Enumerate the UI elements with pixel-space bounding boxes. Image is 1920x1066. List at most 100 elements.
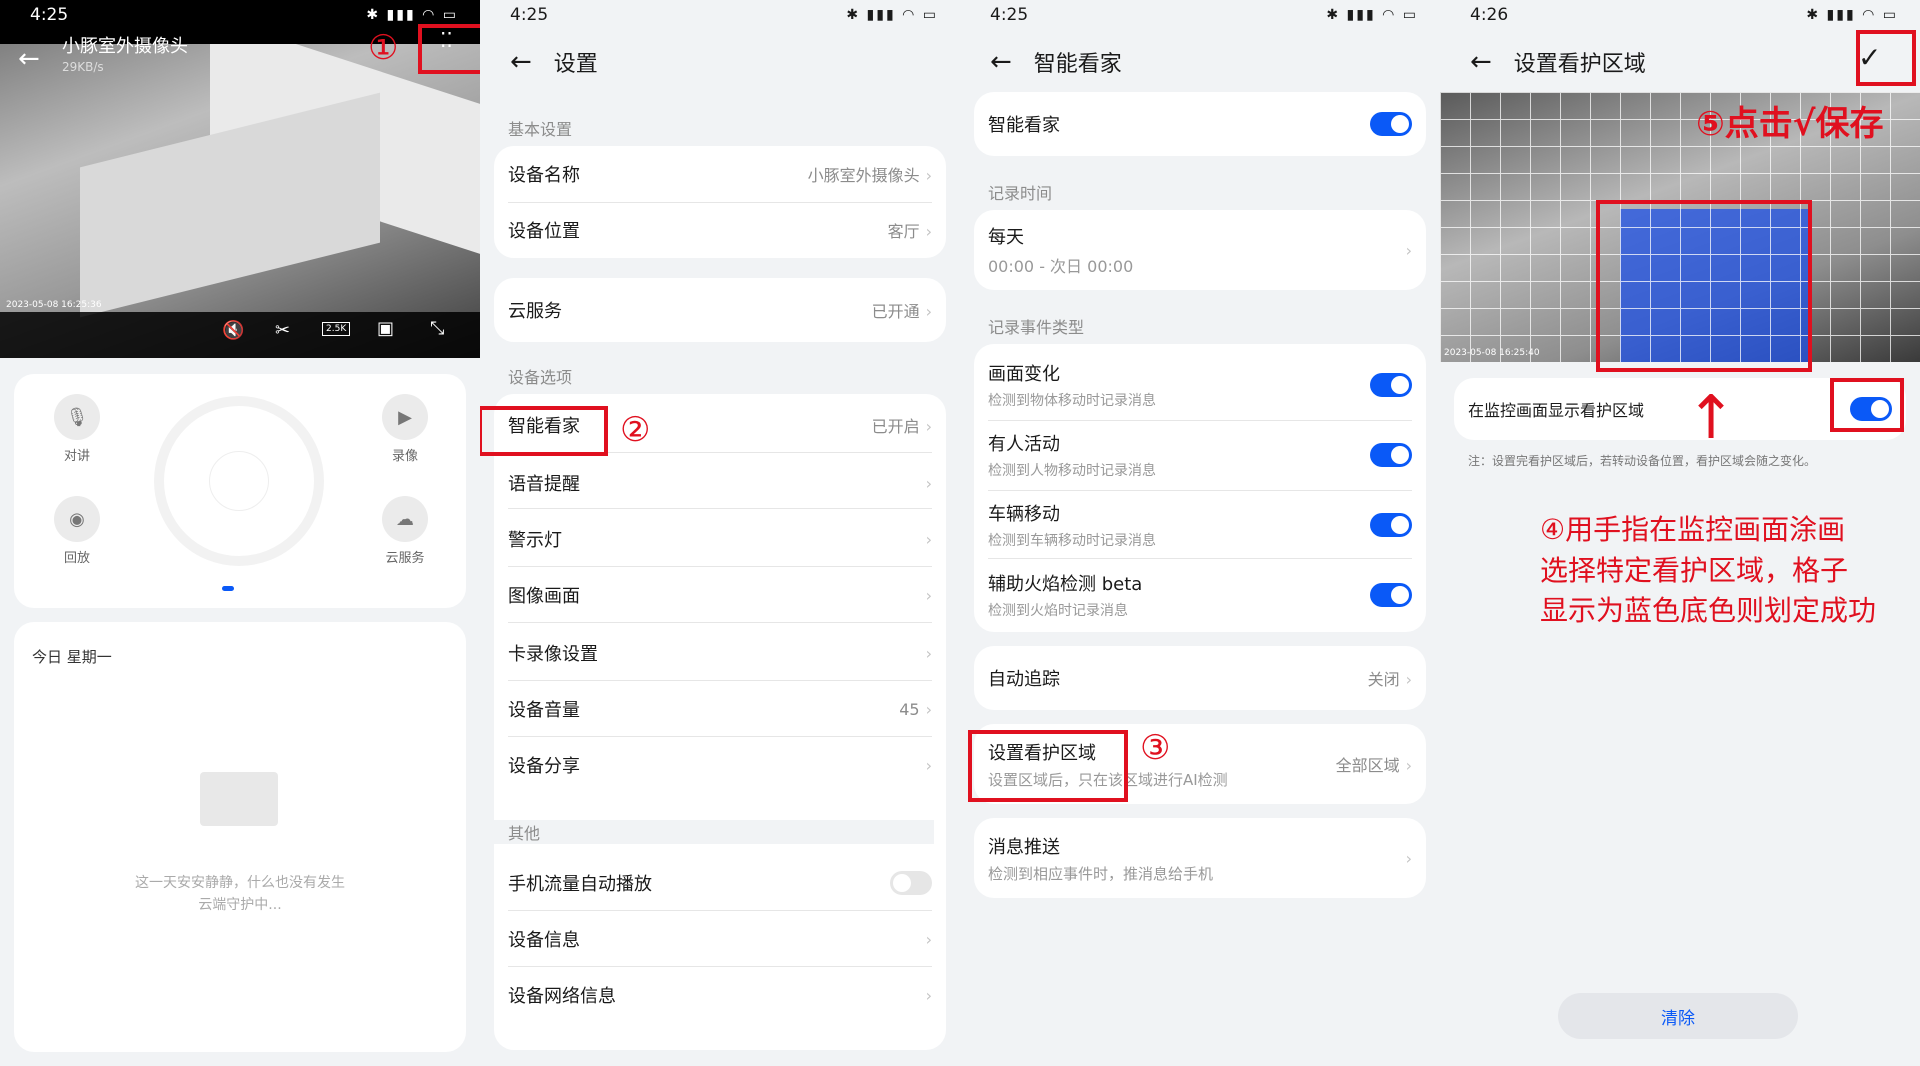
empty-message: 这一天安安静静，什么也没有发生 <box>135 875 345 891</box>
playback-label: 回放 <box>63 551 90 566</box>
event-toggle[interactable] <box>1370 443 1412 467</box>
auto-track-label: 自动追踪 <box>988 669 1060 690</box>
image-picture-label: 图像画面 <box>508 586 580 607</box>
smart-care-value: 已开启 <box>871 417 920 436</box>
status-icons: ✱ ▮▮▮ ◠ ▭ <box>846 7 938 23</box>
event-toggle[interactable] <box>1370 373 1412 397</box>
cloud-icon[interactable]: ☁ <box>382 496 428 542</box>
voice-reminder-row[interactable]: 语音提醒 › <box>494 456 946 510</box>
chevron-right-icon: › <box>925 699 932 719</box>
event-row: 辅助火焰检测 beta 检测到火焰时记录消息 <box>974 562 1426 628</box>
status-icons: ✱ ▮▮▮ ◠ ▭ <box>1326 7 1418 23</box>
every-day-row[interactable]: 每天 00:00 - 次日 00:00 › <box>974 210 1426 290</box>
back-icon[interactable]: ← <box>990 49 1012 75</box>
talk-label: 对讲 <box>63 449 90 464</box>
record-icon[interactable]: ▶ <box>382 394 428 440</box>
device-network-row[interactable]: 设备网络信息 › <box>494 968 946 1022</box>
cloud-service-label: 云服务 <box>508 301 562 322</box>
device-info-row[interactable]: 设备信息 › <box>494 912 946 966</box>
event-row: 画面变化 检测到物体移动时记录消息 <box>974 352 1426 418</box>
auto-track-row[interactable]: 自动追踪 关闭 › <box>974 646 1426 710</box>
smart-care-label: 智能看家 <box>988 115 1060 136</box>
device-share-row[interactable]: 设备分享 › <box>494 738 946 792</box>
cloud-service-value: 已开通 <box>871 302 920 321</box>
event-label: 有人活动 <box>988 434 1060 455</box>
back-icon[interactable]: ← <box>18 44 40 74</box>
back-icon[interactable]: ← <box>510 49 532 75</box>
fullscreen-icon[interactable]: ⤡ <box>430 318 444 339</box>
status-time: 4:25 <box>30 5 69 25</box>
push-label: 消息推送 <box>988 836 1060 858</box>
device-location-value: 客厅 <box>887 222 920 241</box>
device-volume-value: 45 <box>899 699 920 719</box>
annotation-4-line1: ④用手指在监控画面涂画 <box>1540 513 1846 546</box>
guard-area-header: ← 设置看护区域 <box>1440 40 1920 84</box>
status-bar: 4:25 ✱ ▮▮▮ ◠ ▭ <box>480 0 960 30</box>
chevron-right-icon: › <box>925 473 932 493</box>
event-row: 车辆移动 检测到车辆移动时记录消息 <box>974 492 1426 558</box>
empty-submessage: 云端守护中... <box>198 897 282 913</box>
auto-track-value: 关闭 <box>1367 670 1400 689</box>
warning-light-label: 警示灯 <box>508 530 562 551</box>
pip-icon[interactable]: ▣ <box>377 318 394 339</box>
cloud-service-row[interactable]: 云服务 已开通 › <box>494 278 946 342</box>
annotation-box-toggle <box>1830 378 1904 432</box>
record-label: 录像 <box>391 449 418 464</box>
ptz-center[interactable] <box>209 451 269 511</box>
back-icon[interactable]: ← <box>1470 49 1492 75</box>
annotation-1: ① <box>368 28 399 68</box>
screenshot-icon[interactable]: ✂ <box>275 320 290 341</box>
chevron-right-icon: › <box>925 585 932 605</box>
chevron-right-icon: › <box>925 755 932 775</box>
device-location-row[interactable]: 设备位置 客厅 › <box>494 202 946 258</box>
status-icons: ✱ ▮▮▮ ◠ ▭ <box>366 7 458 23</box>
annotation-box-2 <box>480 406 608 456</box>
device-volume-row[interactable]: 设备音量 45 › <box>494 682 946 736</box>
event-toggle[interactable] <box>1370 583 1412 607</box>
chevron-right-icon: › <box>1405 848 1412 868</box>
status-icons: ✱ ▮▮▮ ◠ ▭ <box>1806 7 1898 23</box>
section-record-time: 记录时间 <box>988 184 1053 203</box>
event-label: 辅助火焰检测 beta <box>988 574 1143 595</box>
chevron-right-icon: › <box>925 985 932 1005</box>
card-record-label: 卡录像设置 <box>508 644 598 665</box>
chevron-right-icon: › <box>925 166 932 185</box>
playback-icon[interactable]: ◉ <box>54 496 100 542</box>
smart-care-row: 智能看家 <box>974 92 1426 156</box>
mic-icon[interactable]: 🎙 <box>54 394 100 440</box>
clear-button[interactable]: 清除 <box>1558 993 1798 1039</box>
card-record-row[interactable]: 卡录像设置 › <box>494 626 946 680</box>
event-desc: 检测到车辆移动时记录消息 <box>988 533 1156 549</box>
mobile-autoplay-row: 手机流量自动播放 <box>494 856 946 910</box>
divider <box>508 508 932 509</box>
chevron-right-icon: › <box>1405 670 1412 689</box>
push-row[interactable]: 消息推送 检测到相应事件时，推消息给手机 › <box>974 818 1426 898</box>
camera-title: 小豚室外摄像头 <box>62 36 188 57</box>
image-picture-row[interactable]: 图像画面 › <box>494 568 946 622</box>
push-desc: 检测到相应事件时，推消息给手机 <box>988 864 1214 883</box>
warning-light-row[interactable]: 警示灯 › <box>494 512 946 566</box>
device-network-label: 设备网络信息 <box>508 986 616 1007</box>
divider <box>508 736 932 737</box>
empty-box-icon <box>200 772 278 826</box>
ptz-joystick[interactable] <box>154 396 324 566</box>
chevron-right-icon: › <box>925 529 932 549</box>
quality-badge[interactable]: 2.5K <box>322 322 351 336</box>
smart-care-toggle[interactable] <box>1370 112 1412 136</box>
event-desc: 检测到物体移动时记录消息 <box>988 393 1156 409</box>
annotation-5: ⑤点击√保存 <box>1696 104 1884 144</box>
mobile-autoplay-toggle[interactable] <box>890 871 932 895</box>
event-card: 今日 星期一 这一天安安静静，什么也没有发生 云端守护中... <box>14 622 466 1052</box>
mute-icon[interactable]: 🔇 <box>222 320 244 341</box>
settings-panel: 4:25 ✱ ▮▮▮ ◠ ▭ ← 设置 基本设置 设备名称 小豚室外摄像头 › 设… <box>480 0 960 1066</box>
status-bar: 4:25 ✱ ▮▮▮ ◠ ▭ <box>0 0 480 30</box>
chevron-right-icon: › <box>925 222 932 241</box>
chevron-right-icon: › <box>925 929 932 949</box>
voice-reminder-label: 语音提醒 <box>508 474 580 495</box>
page-indicator <box>222 586 234 591</box>
section-options: 设备选项 <box>508 368 573 387</box>
page-title: 设置 <box>553 52 598 77</box>
guard-area-value: 全部区域 <box>1335 756 1400 775</box>
device-name-row[interactable]: 设备名称 小豚室外摄像头 › <box>494 146 946 202</box>
event-toggle[interactable] <box>1370 513 1412 537</box>
